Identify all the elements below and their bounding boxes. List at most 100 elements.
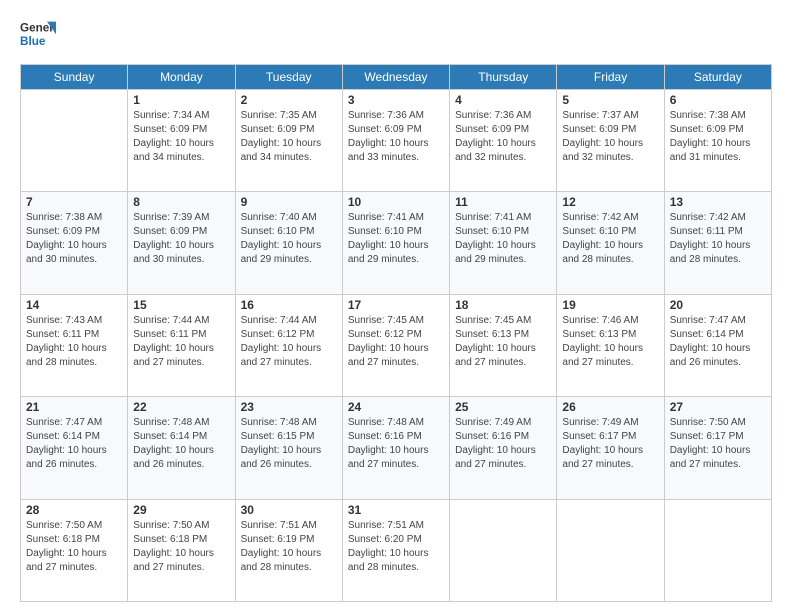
- day-info: Sunrise: 7:42 AMSunset: 6:10 PMDaylight:…: [562, 211, 658, 267]
- calendar-cell: [21, 90, 128, 192]
- calendar-header-row: SundayMondayTuesdayWednesdayThursdayFrid…: [21, 65, 772, 90]
- calendar-cell: 20Sunrise: 7:47 AMSunset: 6:14 PMDayligh…: [664, 294, 771, 396]
- calendar-table: SundayMondayTuesdayWednesdayThursdayFrid…: [20, 64, 772, 602]
- day-info: Sunrise: 7:41 AMSunset: 6:10 PMDaylight:…: [348, 211, 444, 267]
- day-info: Sunrise: 7:49 AMSunset: 6:16 PMDaylight:…: [455, 416, 551, 472]
- day-info: Sunrise: 7:38 AMSunset: 6:09 PMDaylight:…: [26, 211, 122, 267]
- day-info: Sunrise: 7:36 AMSunset: 6:09 PMDaylight:…: [455, 109, 551, 165]
- calendar-week-row: 1 Sunrise: 7:34 AMSunset: 6:09 PMDaylight…: [21, 90, 772, 192]
- day-number: 9: [241, 195, 337, 209]
- day-info: Sunrise: 7:40 AMSunset: 6:10 PMDaylight:…: [241, 211, 337, 267]
- day-number: 11: [455, 195, 551, 209]
- day-number: 2: [241, 93, 337, 107]
- day-info: Sunrise: 7:51 AMSunset: 6:20 PMDaylight:…: [348, 519, 444, 575]
- calendar-cell: 19 Sunrise: 7:46 AMSunset: 6:13 PMDayligh…: [557, 294, 664, 396]
- calendar-cell: 5Sunrise: 7:37 AMSunset: 6:09 PMDaylight…: [557, 90, 664, 192]
- day-number: 10: [348, 195, 444, 209]
- day-number: 7: [26, 195, 122, 209]
- calendar-cell: 16 Sunrise: 7:44 AMSunset: 6:12 PMDayligh…: [235, 294, 342, 396]
- svg-text:Blue: Blue: [20, 35, 46, 48]
- day-number: 5: [562, 93, 658, 107]
- day-info: Sunrise: 7:42 AMSunset: 6:11 PMDaylight:…: [670, 211, 766, 267]
- day-number: 23: [241, 400, 337, 414]
- calendar-cell: 10 Sunrise: 7:41 AMSunset: 6:10 PMDayligh…: [342, 192, 449, 294]
- day-number: 14: [26, 298, 122, 312]
- day-number: 16: [241, 298, 337, 312]
- day-info: Sunrise: 7:47 AMSunset: 6:14 PMDaylight:…: [26, 416, 122, 472]
- calendar-cell: 4 Sunrise: 7:36 AMSunset: 6:09 PMDaylight…: [450, 90, 557, 192]
- calendar-cell: 21 Sunrise: 7:47 AMSunset: 6:14 PMDayligh…: [21, 397, 128, 499]
- day-of-week-header: Tuesday: [235, 65, 342, 90]
- day-of-week-header: Wednesday: [342, 65, 449, 90]
- calendar-cell: 11 Sunrise: 7:41 AMSunset: 6:10 PMDayligh…: [450, 192, 557, 294]
- day-number: 17: [348, 298, 444, 312]
- day-info: Sunrise: 7:51 AMSunset: 6:19 PMDaylight:…: [241, 519, 337, 575]
- calendar-week-row: 7 Sunrise: 7:38 AMSunset: 6:09 PMDaylight…: [21, 192, 772, 294]
- day-info: Sunrise: 7:50 AMSunset: 6:17 PMDaylight:…: [670, 416, 766, 472]
- day-number: 18: [455, 298, 551, 312]
- calendar-cell: 1 Sunrise: 7:34 AMSunset: 6:09 PMDaylight…: [128, 90, 235, 192]
- calendar-week-row: 14 Sunrise: 7:43 AMSunset: 6:11 PMDayligh…: [21, 294, 772, 396]
- calendar-cell: 9 Sunrise: 7:40 AMSunset: 6:10 PMDaylight…: [235, 192, 342, 294]
- calendar-cell: 27Sunrise: 7:50 AMSunset: 6:17 PMDayligh…: [664, 397, 771, 499]
- day-number: 6: [670, 93, 766, 107]
- day-of-week-header: Saturday: [664, 65, 771, 90]
- calendar-cell: 25 Sunrise: 7:49 AMSunset: 6:16 PMDayligh…: [450, 397, 557, 499]
- day-info: Sunrise: 7:44 AMSunset: 6:12 PMDaylight:…: [241, 314, 337, 370]
- day-number: 13: [670, 195, 766, 209]
- day-number: 25: [455, 400, 551, 414]
- day-number: 20: [670, 298, 766, 312]
- day-number: 1: [133, 93, 229, 107]
- calendar-cell: 28 Sunrise: 7:50 AMSunset: 6:18 PMDayligh…: [21, 499, 128, 601]
- calendar-cell: [557, 499, 664, 601]
- day-info: Sunrise: 7:49 AMSunset: 6:17 PMDaylight:…: [562, 416, 658, 472]
- day-info: Sunrise: 7:48 AMSunset: 6:16 PMDaylight:…: [348, 416, 444, 472]
- day-of-week-header: Friday: [557, 65, 664, 90]
- day-number: 30: [241, 503, 337, 517]
- calendar-cell: 18Sunrise: 7:45 AMSunset: 6:13 PMDayligh…: [450, 294, 557, 396]
- day-number: 4: [455, 93, 551, 107]
- day-info: Sunrise: 7:48 AMSunset: 6:14 PMDaylight:…: [133, 416, 229, 472]
- day-info: Sunrise: 7:36 AMSunset: 6:09 PMDaylight:…: [348, 109, 444, 165]
- header: General Blue: [20, 18, 772, 54]
- day-info: Sunrise: 7:41 AMSunset: 6:10 PMDaylight:…: [455, 211, 551, 267]
- calendar-cell: 29Sunrise: 7:50 AMSunset: 6:18 PMDayligh…: [128, 499, 235, 601]
- day-info: Sunrise: 7:39 AMSunset: 6:09 PMDaylight:…: [133, 211, 229, 267]
- calendar-cell: 7 Sunrise: 7:38 AMSunset: 6:09 PMDaylight…: [21, 192, 128, 294]
- calendar-cell: 8 Sunrise: 7:39 AMSunset: 6:09 PMDaylight…: [128, 192, 235, 294]
- day-info: Sunrise: 7:43 AMSunset: 6:11 PMDaylight:…: [26, 314, 122, 370]
- day-number: 21: [26, 400, 122, 414]
- calendar-cell: 3 Sunrise: 7:36 AMSunset: 6:09 PMDaylight…: [342, 90, 449, 192]
- calendar-cell: 26Sunrise: 7:49 AMSunset: 6:17 PMDayligh…: [557, 397, 664, 499]
- calendar-cell: 15 Sunrise: 7:44 AMSunset: 6:11 PMDayligh…: [128, 294, 235, 396]
- calendar-cell: 12 Sunrise: 7:42 AMSunset: 6:10 PMDayligh…: [557, 192, 664, 294]
- calendar-cell: 17 Sunrise: 7:45 AMSunset: 6:12 PMDayligh…: [342, 294, 449, 396]
- day-info: Sunrise: 7:45 AMSunset: 6:12 PMDaylight:…: [348, 314, 444, 370]
- logo: General Blue: [20, 18, 56, 54]
- day-number: 15: [133, 298, 229, 312]
- calendar-week-row: 28 Sunrise: 7:50 AMSunset: 6:18 PMDayligh…: [21, 499, 772, 601]
- day-number: 19: [562, 298, 658, 312]
- day-number: 24: [348, 400, 444, 414]
- day-number: 3: [348, 93, 444, 107]
- day-info: Sunrise: 7:46 AMSunset: 6:13 PMDaylight:…: [562, 314, 658, 370]
- day-of-week-header: Thursday: [450, 65, 557, 90]
- calendar-cell: 31 Sunrise: 7:51 AMSunset: 6:20 PMDayligh…: [342, 499, 449, 601]
- calendar-cell: [664, 499, 771, 601]
- calendar-cell: 24 Sunrise: 7:48 AMSunset: 6:16 PMDayligh…: [342, 397, 449, 499]
- day-number: 31: [348, 503, 444, 517]
- day-info: Sunrise: 7:34 AMSunset: 6:09 PMDaylight:…: [133, 109, 229, 165]
- calendar-cell: 13 Sunrise: 7:42 AMSunset: 6:11 PMDayligh…: [664, 192, 771, 294]
- calendar-cell: 6 Sunrise: 7:38 AMSunset: 6:09 PMDaylight…: [664, 90, 771, 192]
- day-info: Sunrise: 7:50 AMSunset: 6:18 PMDaylight:…: [26, 519, 122, 575]
- day-info: Sunrise: 7:48 AMSunset: 6:15 PMDaylight:…: [241, 416, 337, 472]
- day-number: 29: [133, 503, 229, 517]
- day-info: Sunrise: 7:38 AMSunset: 6:09 PMDaylight:…: [670, 109, 766, 165]
- calendar-cell: 23 Sunrise: 7:48 AMSunset: 6:15 PMDayligh…: [235, 397, 342, 499]
- day-number: 28: [26, 503, 122, 517]
- day-number: 12: [562, 195, 658, 209]
- day-number: 22: [133, 400, 229, 414]
- day-number: 8: [133, 195, 229, 209]
- day-info: Sunrise: 7:44 AMSunset: 6:11 PMDaylight:…: [133, 314, 229, 370]
- day-of-week-header: Monday: [128, 65, 235, 90]
